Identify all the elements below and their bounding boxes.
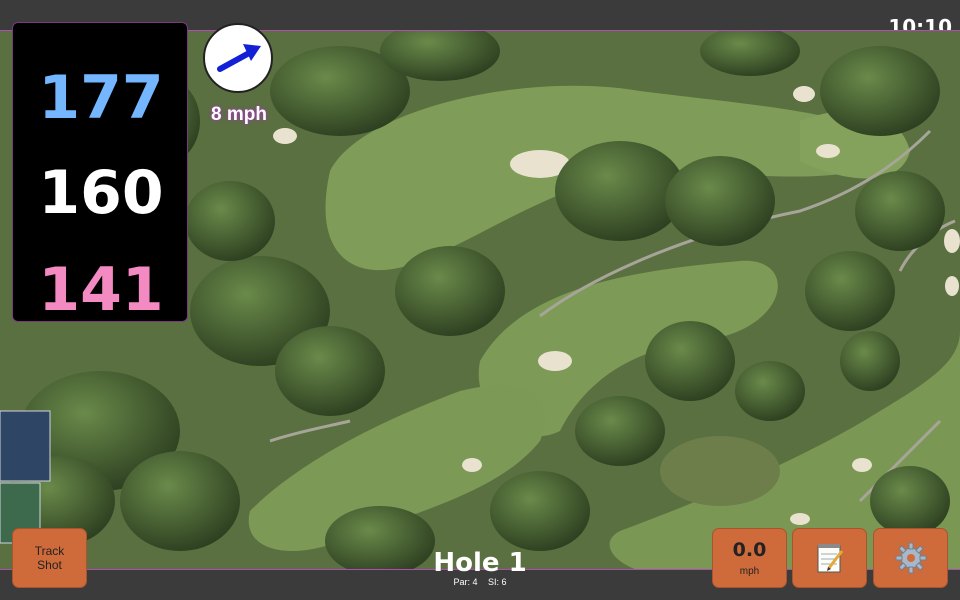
speed-unit: mph	[739, 566, 760, 577]
wind-direction-indicator	[203, 23, 273, 93]
middle-distance: 160	[38, 158, 164, 228]
distance-panel: 177 160 141	[12, 22, 188, 325]
track-shot-label-line1: Track	[34, 544, 65, 558]
speed-value: 0.0	[732, 539, 767, 561]
speed-button[interactable]: 0.0 mph	[712, 528, 787, 588]
hole-si: SI: 6	[488, 577, 507, 587]
arrow-icon	[217, 44, 261, 72]
hole-info: Par: 4 SI: 6	[380, 577, 580, 587]
hole-title: Hole 1	[433, 548, 527, 578]
track-shot-label-line2: Shot	[37, 558, 62, 572]
hole-par: Par: 4	[453, 577, 478, 587]
notes-button[interactable]	[792, 528, 867, 588]
notepad-icon	[817, 544, 843, 573]
wind-speed: 8 mph	[211, 104, 267, 125]
track-shot-button[interactable]: Track Shot	[12, 528, 87, 588]
back-distance: 177	[38, 63, 164, 133]
settings-button[interactable]	[873, 528, 948, 588]
gear-icon	[895, 542, 926, 574]
front-distance: 141	[38, 255, 164, 325]
